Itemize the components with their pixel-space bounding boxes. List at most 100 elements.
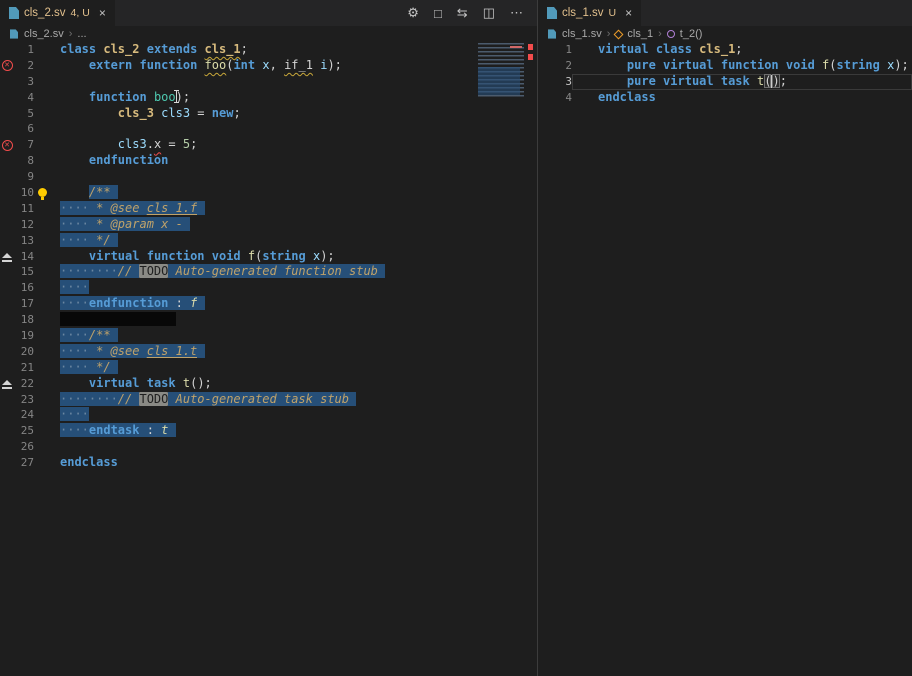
line-number[interactable]: 3 [14,74,34,90]
code-line[interactable]: ✕2 extern function foo(int x, if_1 i); [0,58,537,74]
code-line[interactable]: 23········// TODO Auto-generated task st… [0,392,537,408]
minimap[interactable] [478,43,524,97]
code-line[interactable]: 27endclass [0,455,537,471]
line-number[interactable]: 22 [14,376,34,392]
line-number[interactable]: 3 [552,74,572,90]
code-line[interactable]: 8 endfunction [0,153,537,169]
split-editor-icon[interactable]: ◫ [483,5,495,21]
code-content[interactable]: ···· * @see cls_1.t [34,344,537,360]
line-number[interactable]: 19 [14,328,34,344]
line-number[interactable]: 17 [14,296,34,312]
code-content[interactable]: /** [34,185,537,201]
code-line[interactable]: 18 [0,312,537,328]
code-line[interactable]: 4 function boo); [0,90,537,106]
code-content[interactable] [34,74,537,90]
line-number[interactable]: 13 [14,233,34,249]
line-number[interactable]: 15 [14,264,34,280]
code-line[interactable]: 12···· * @param x - [0,217,537,233]
line-number[interactable]: 8 [14,153,34,169]
gear-icon[interactable]: ⚙ [407,5,419,21]
line-number[interactable]: 23 [14,392,34,408]
code-content[interactable]: class cls_2 extends cls_1; [34,42,537,58]
line-number[interactable]: 5 [14,106,34,122]
breadcrumb-symbol-method[interactable]: t_2() [680,28,703,40]
breadcrumb-file[interactable]: cls_2.sv [24,28,64,40]
code-content[interactable]: ····endfunction : f [34,296,537,312]
line-number[interactable]: 25 [14,423,34,439]
code-line[interactable]: 6 [0,121,537,137]
code-line[interactable]: 4endclass [538,90,912,106]
open-preview-icon[interactable]: □ [434,6,442,21]
line-number[interactable]: 24 [14,407,34,423]
tab-cls_1-sv[interactable]: cls_1.sv U × [538,0,642,26]
code-line[interactable]: 17····endfunction : f [0,296,537,312]
code-line[interactable]: 16···· [0,280,537,296]
breadcrumb-symbol-class[interactable]: cls_1 [627,28,653,40]
line-number[interactable]: 14 [14,249,34,265]
code-line[interactable]: 15········// TODO Auto-generated functio… [0,264,537,280]
code-content[interactable]: cls3.x = 5; [34,137,537,153]
code-content[interactable]: cls_3 cls3 = new; [34,106,537,122]
line-number[interactable]: 4 [552,90,572,106]
code-content[interactable]: function boo); [34,90,537,106]
code-line[interactable]: 20···· * @see cls_1.t [0,344,537,360]
line-number[interactable]: 6 [14,121,34,137]
line-number[interactable]: 7 [14,137,34,153]
line-number[interactable]: 21 [14,360,34,376]
code-line[interactable]: 3 pure virtual task t(); [538,74,912,90]
code-line[interactable]: 22 virtual task t(); [0,376,537,392]
code-line[interactable]: 10 /** [0,185,537,201]
close-icon[interactable]: × [625,6,632,20]
code-content[interactable]: ···· * @param x - [34,217,537,233]
more-actions-icon[interactable]: ⋯ [510,5,523,21]
line-number[interactable]: 27 [14,455,34,471]
line-number[interactable]: 2 [552,58,572,74]
code-line[interactable]: 19····/** [0,328,537,344]
code-content[interactable]: endfunction [34,153,537,169]
code-line[interactable]: 9 [0,169,537,185]
code-line[interactable]: 5 cls_3 cls3 = new; [0,106,537,122]
code-content[interactable]: extern function foo(int x, if_1 i); [34,58,537,74]
code-content[interactable]: ····endtask : t [34,423,537,439]
line-number[interactable]: 26 [14,439,34,455]
code-line[interactable]: 1class cls_2 extends cls_1; [0,42,537,58]
line-number[interactable]: 1 [552,42,572,58]
code-line[interactable]: 2 pure virtual function void f(string x)… [538,58,912,74]
code-line[interactable]: 14 virtual function void f(string x); [0,249,537,265]
breadcrumb-symbol[interactable]: ... [77,28,86,40]
code-line[interactable]: 3 [0,74,537,90]
code-line[interactable]: 21···· */ [0,360,537,376]
line-number[interactable]: 16 [14,280,34,296]
code-editor-left[interactable]: 1class cls_2 extends cls_1;✕2 extern fun… [0,42,537,676]
compare-changes-icon[interactable]: ⇆ [457,5,468,21]
code-line[interactable]: 1virtual class cls_1; [538,42,912,58]
close-icon[interactable]: × [99,6,106,20]
code-line[interactable]: ✕7 cls3.x = 5; [0,137,537,153]
code-content[interactable]: pure virtual task t(); [572,74,912,90]
code-line[interactable]: 13···· */ [0,233,537,249]
breadcrumb-file[interactable]: cls_1.sv [562,28,602,40]
line-number[interactable]: 10 [14,185,34,201]
line-number[interactable]: 20 [14,344,34,360]
code-content[interactable]: ···· [34,280,537,296]
code-content[interactable]: ········// TODO Auto-generated function … [34,264,537,280]
code-line[interactable]: 26 [0,439,537,455]
code-line[interactable]: 25····endtask : t [0,423,537,439]
code-content[interactable]: ···· * @see cls_1.f [34,201,537,217]
line-number[interactable]: 9 [14,169,34,185]
code-content[interactable]: ········// TODO Auto-generated task stub [34,392,537,408]
code-content[interactable]: endclass [572,90,912,106]
code-content[interactable]: ····/** [34,328,537,344]
code-content[interactable] [34,169,537,185]
line-number[interactable]: 18 [14,312,34,328]
code-content[interactable]: ···· [34,407,537,423]
code-line[interactable]: 24···· [0,407,537,423]
code-content[interactable] [34,312,537,328]
line-number[interactable]: 1 [14,42,34,58]
tab-cls_2-sv[interactable]: cls_2.sv 4, U × [0,0,116,26]
line-number[interactable]: 2 [14,58,34,74]
line-number[interactable]: 11 [14,201,34,217]
code-content[interactable] [34,121,537,137]
code-content[interactable]: virtual function void f(string x); [34,249,537,265]
line-number[interactable]: 4 [14,90,34,106]
